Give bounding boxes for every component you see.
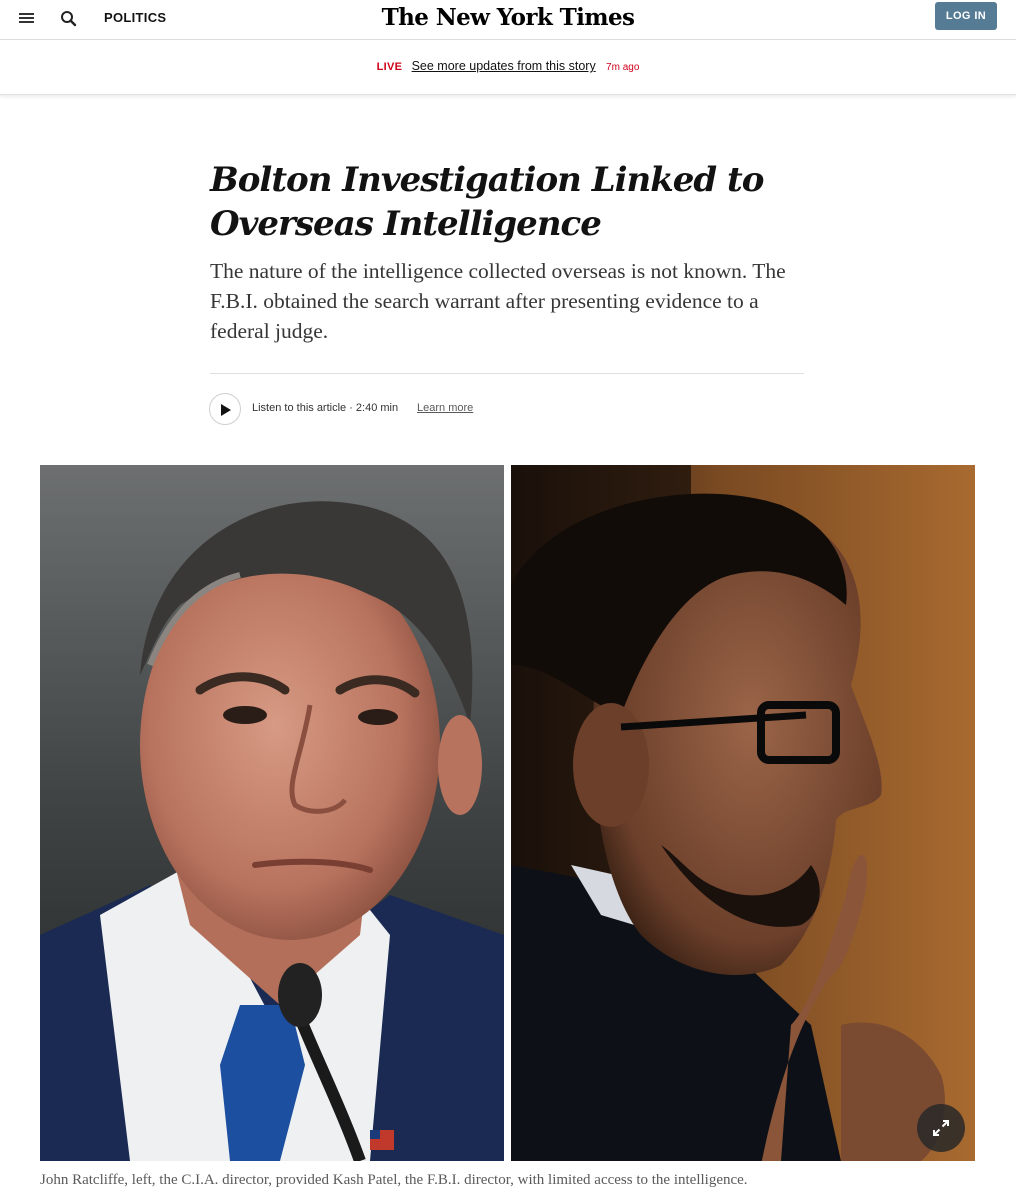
divider: [210, 373, 804, 374]
live-updates-link[interactable]: See more updates from this story: [412, 59, 596, 73]
live-badge: LIVE: [376, 61, 403, 73]
live-timestamp: 7m ago: [606, 62, 640, 73]
live-updates-banner: LIVE See more updates from this story 7m…: [0, 40, 1016, 95]
nyt-logo[interactable]: The New York Times: [0, 4, 1016, 31]
article-summary: The nature of the intelligence collected…: [210, 259, 786, 343]
listen-label: Listen to this article · 2:40 min: [252, 402, 399, 414]
expand-icon: [933, 1120, 949, 1136]
photo-ratcliffe: [40, 465, 504, 1161]
article-headline: Bolton Investigation Linked to Overseas …: [210, 160, 764, 244]
play-icon: [221, 404, 231, 416]
play-audio-button[interactable]: [209, 393, 241, 425]
login-button[interactable]: LOG IN: [935, 2, 997, 30]
learn-more-link[interactable]: Learn more: [417, 402, 473, 414]
photo-caption: John Ratcliffe, left, the C.I.A. directo…: [40, 1172, 748, 1188]
expand-image-button[interactable]: [917, 1104, 965, 1152]
photo-patel: [511, 465, 975, 1161]
top-bar: POLITICS The New York Times LOG IN: [0, 0, 1016, 40]
